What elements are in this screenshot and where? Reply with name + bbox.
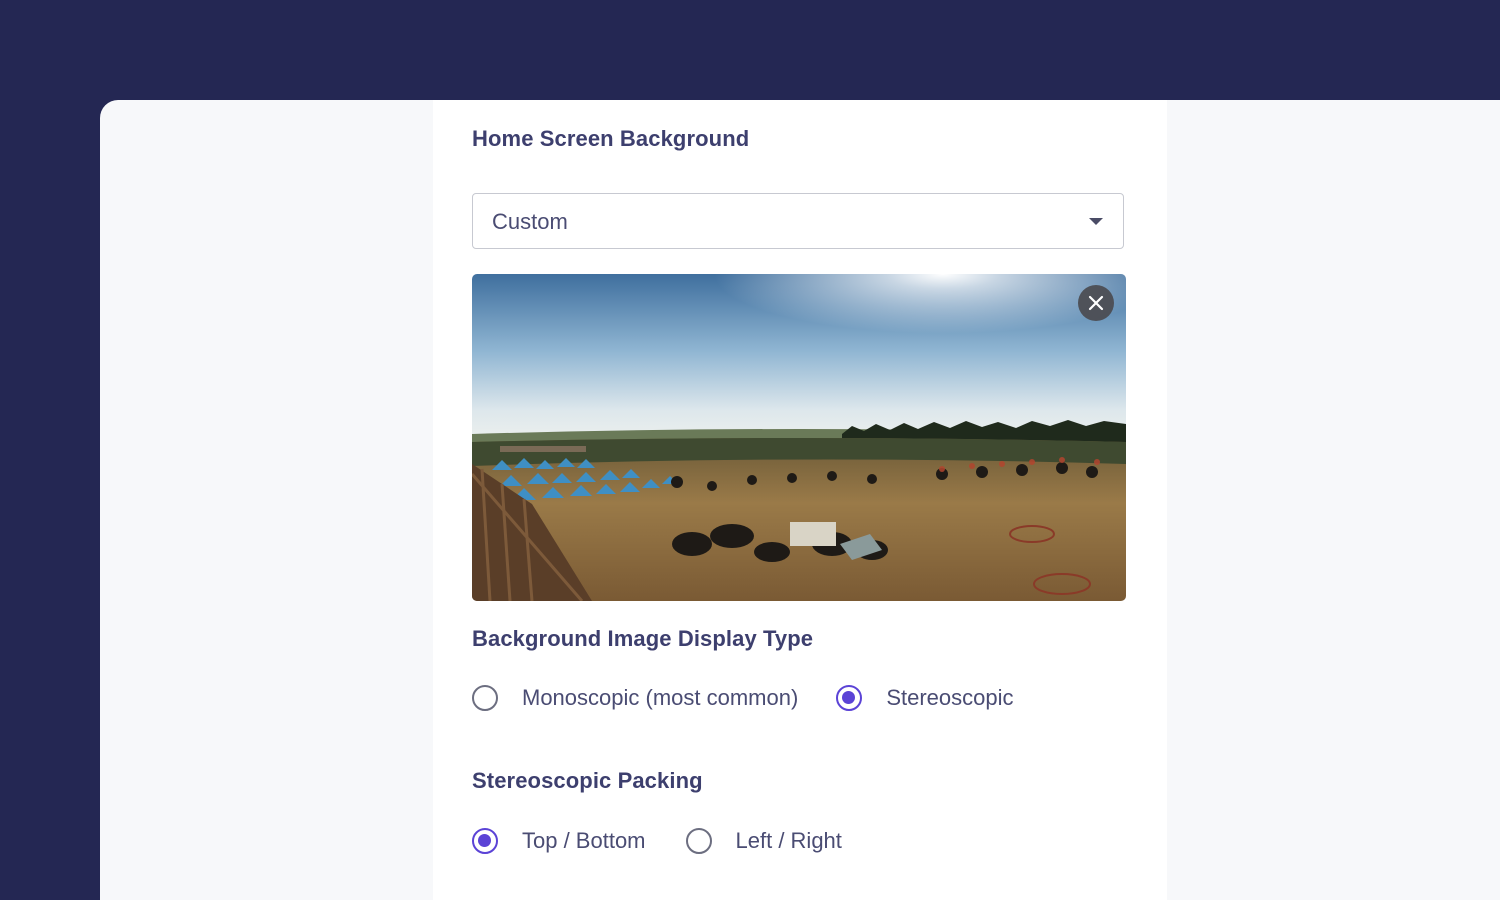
- radio-option-stereoscopic[interactable]: Stereoscopic: [820, 685, 1014, 711]
- display-type-heading: Background Image Display Type: [472, 626, 814, 651]
- display-type-radio-group: Monoscopic (most common) Stereoscopic: [456, 685, 1014, 711]
- radio-label-stereoscopic: Stereoscopic: [886, 685, 1014, 710]
- remove-image-button[interactable]: [1078, 285, 1114, 321]
- settings-panel: Home Screen Background Custom Background…: [433, 100, 1167, 900]
- radio-option-left-right[interactable]: Left / Right: [670, 828, 842, 854]
- radio-label-monoscopic: Monoscopic (most common): [522, 685, 799, 710]
- radio-button-monoscopic[interactable]: [472, 685, 498, 711]
- home-screen-background-heading: Home Screen Background: [472, 126, 750, 151]
- background-select-value: Custom: [492, 209, 568, 234]
- chevron-down-icon: [1089, 218, 1103, 225]
- background-select[interactable]: Custom: [472, 193, 1124, 249]
- radio-button-left-right[interactable]: [685, 828, 712, 854]
- radio-label-top-bottom: Top / Bottom: [522, 828, 646, 853]
- app-content-area: Home Screen Background Custom Background…: [100, 100, 1500, 900]
- radio-option-monoscopic[interactable]: Monoscopic (most common): [456, 685, 798, 711]
- packing-radio-group: Top / Bottom Left / Right: [456, 828, 842, 854]
- radio-button-stereoscopic[interactable]: [836, 685, 863, 711]
- radio-label-left-right: Left / Right: [735, 828, 842, 853]
- radio-option-top-bottom[interactable]: Top / Bottom: [456, 828, 646, 854]
- panorama-image: [472, 274, 1126, 601]
- radio-button-top-bottom[interactable]: [472, 828, 498, 854]
- stereoscopic-packing-heading: Stereoscopic Packing: [472, 768, 703, 793]
- background-image-preview: [472, 274, 1126, 601]
- close-icon: [1088, 295, 1104, 311]
